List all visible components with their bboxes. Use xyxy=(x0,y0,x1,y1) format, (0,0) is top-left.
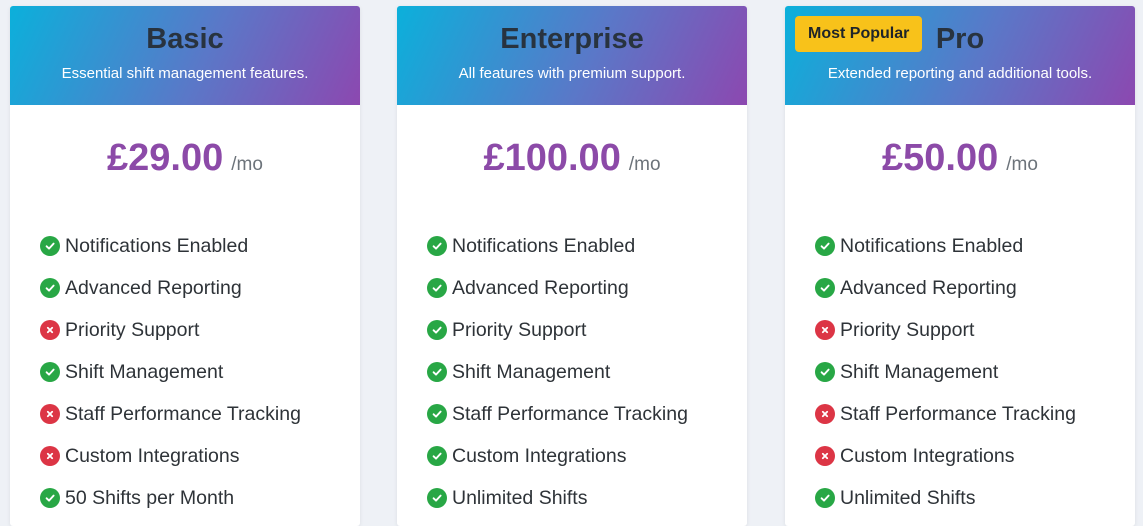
feature-label: Priority Support xyxy=(452,318,587,341)
feature-item: Shift Management xyxy=(40,351,301,393)
most-popular-badge: Most Popular xyxy=(795,16,923,52)
plan-description: Extended reporting and additional tools. xyxy=(827,65,1093,82)
feature-list: Notifications Enabled Advanced Reporting P… xyxy=(427,225,688,519)
card-header: Pro Extended reporting and additional to… xyxy=(785,6,1135,105)
price-period: /mo xyxy=(231,154,263,175)
check-circle-icon xyxy=(815,362,835,382)
feature-label: Advanced Reporting xyxy=(452,276,629,299)
check-circle-icon xyxy=(427,278,447,298)
check-circle-icon xyxy=(427,404,447,424)
price-period: /mo xyxy=(628,154,661,175)
plan-price: £100.00 xyxy=(483,137,621,179)
feature-item: Shift Management xyxy=(427,351,688,393)
feature-item: Staff Performance Tracking xyxy=(40,393,301,435)
feature-item: Notifications Enabled xyxy=(815,225,1076,267)
feature-item: Staff Performance Tracking xyxy=(427,393,688,435)
feature-list: Notifications Enabled Advanced Reporting P… xyxy=(40,225,301,519)
feature-label: Advanced Reporting xyxy=(65,276,242,299)
check-circle-icon xyxy=(427,320,447,340)
feature-label: Notifications Enabled xyxy=(840,234,1024,257)
check-circle-icon xyxy=(40,362,60,382)
feature-label: Notifications Enabled xyxy=(452,234,636,257)
feature-label: Unlimited Shifts xyxy=(840,486,976,509)
feature-item: Notifications Enabled xyxy=(40,225,301,267)
x-circle-icon xyxy=(815,404,835,424)
feature-item: Priority Support xyxy=(427,309,688,351)
feature-item: Priority Support xyxy=(815,309,1076,351)
feature-label: Advanced Reporting xyxy=(840,276,1017,299)
x-circle-icon xyxy=(815,446,835,466)
plan-description: All features with premium support. xyxy=(458,65,686,82)
plan-name: Basic xyxy=(146,23,224,55)
feature-label: Staff Performance Tracking xyxy=(452,402,688,425)
card-header: Enterprise All features with premium sup… xyxy=(397,6,747,105)
check-circle-icon xyxy=(427,488,447,508)
feature-label: Custom Integrations xyxy=(840,444,1015,467)
card-header: Basic Essential shift management feature… xyxy=(10,6,360,105)
check-circle-icon xyxy=(40,488,60,508)
feature-label: 50 Shifts per Month xyxy=(65,486,235,509)
feature-item: Notifications Enabled xyxy=(427,225,688,267)
feature-item: Custom Integrations xyxy=(40,435,301,477)
check-circle-icon xyxy=(40,278,60,298)
x-circle-icon xyxy=(815,320,835,340)
feature-label: Custom Integrations xyxy=(65,444,240,467)
plan-price: £29.00 xyxy=(107,137,224,179)
feature-label: Priority Support xyxy=(65,318,200,341)
plan-name: Enterprise xyxy=(500,23,644,55)
check-circle-icon xyxy=(815,278,835,298)
check-circle-icon xyxy=(815,236,835,256)
check-circle-icon xyxy=(815,488,835,508)
feature-item: Advanced Reporting xyxy=(40,267,301,309)
feature-label: Shift Management xyxy=(452,360,611,383)
x-circle-icon xyxy=(40,404,60,424)
feature-label: Shift Management xyxy=(840,360,999,383)
feature-label: Staff Performance Tracking xyxy=(65,402,301,425)
feature-label: Unlimited Shifts xyxy=(452,486,588,509)
plan-price: £50.00 xyxy=(882,137,999,179)
feature-item: Priority Support xyxy=(40,309,301,351)
price-row: £50.00/mo xyxy=(785,137,1135,180)
check-circle-icon xyxy=(427,446,447,466)
feature-item: Staff Performance Tracking xyxy=(815,393,1076,435)
feature-label: Custom Integrations xyxy=(452,444,627,467)
feature-item: Advanced Reporting xyxy=(815,267,1076,309)
feature-label: Priority Support xyxy=(840,318,975,341)
check-circle-icon xyxy=(427,236,447,256)
check-circle-icon xyxy=(40,236,60,256)
pricing-card-enterprise: Enterprise All features with premium sup… xyxy=(397,6,747,526)
feature-item: Custom Integrations xyxy=(427,435,688,477)
feature-item: Shift Management xyxy=(815,351,1076,393)
x-circle-icon xyxy=(40,446,60,466)
feature-label: Notifications Enabled xyxy=(65,234,249,257)
price-period: /mo xyxy=(1006,154,1038,175)
check-circle-icon xyxy=(427,362,447,382)
pricing-card-basic: Basic Essential shift management feature… xyxy=(10,6,360,526)
pricing-card-pro: Pro Extended reporting and additional to… xyxy=(785,6,1135,526)
plan-description: Essential shift management features. xyxy=(61,65,309,82)
x-circle-icon xyxy=(40,320,60,340)
feature-item: Advanced Reporting xyxy=(427,267,688,309)
feature-list: Notifications Enabled Advanced Reporting P… xyxy=(815,225,1076,519)
feature-label: Staff Performance Tracking xyxy=(840,402,1076,425)
price-row: £100.00/mo xyxy=(397,137,747,180)
feature-label: Shift Management xyxy=(65,360,224,383)
feature-item: Custom Integrations xyxy=(815,435,1076,477)
price-row: £29.00/mo xyxy=(10,137,360,180)
